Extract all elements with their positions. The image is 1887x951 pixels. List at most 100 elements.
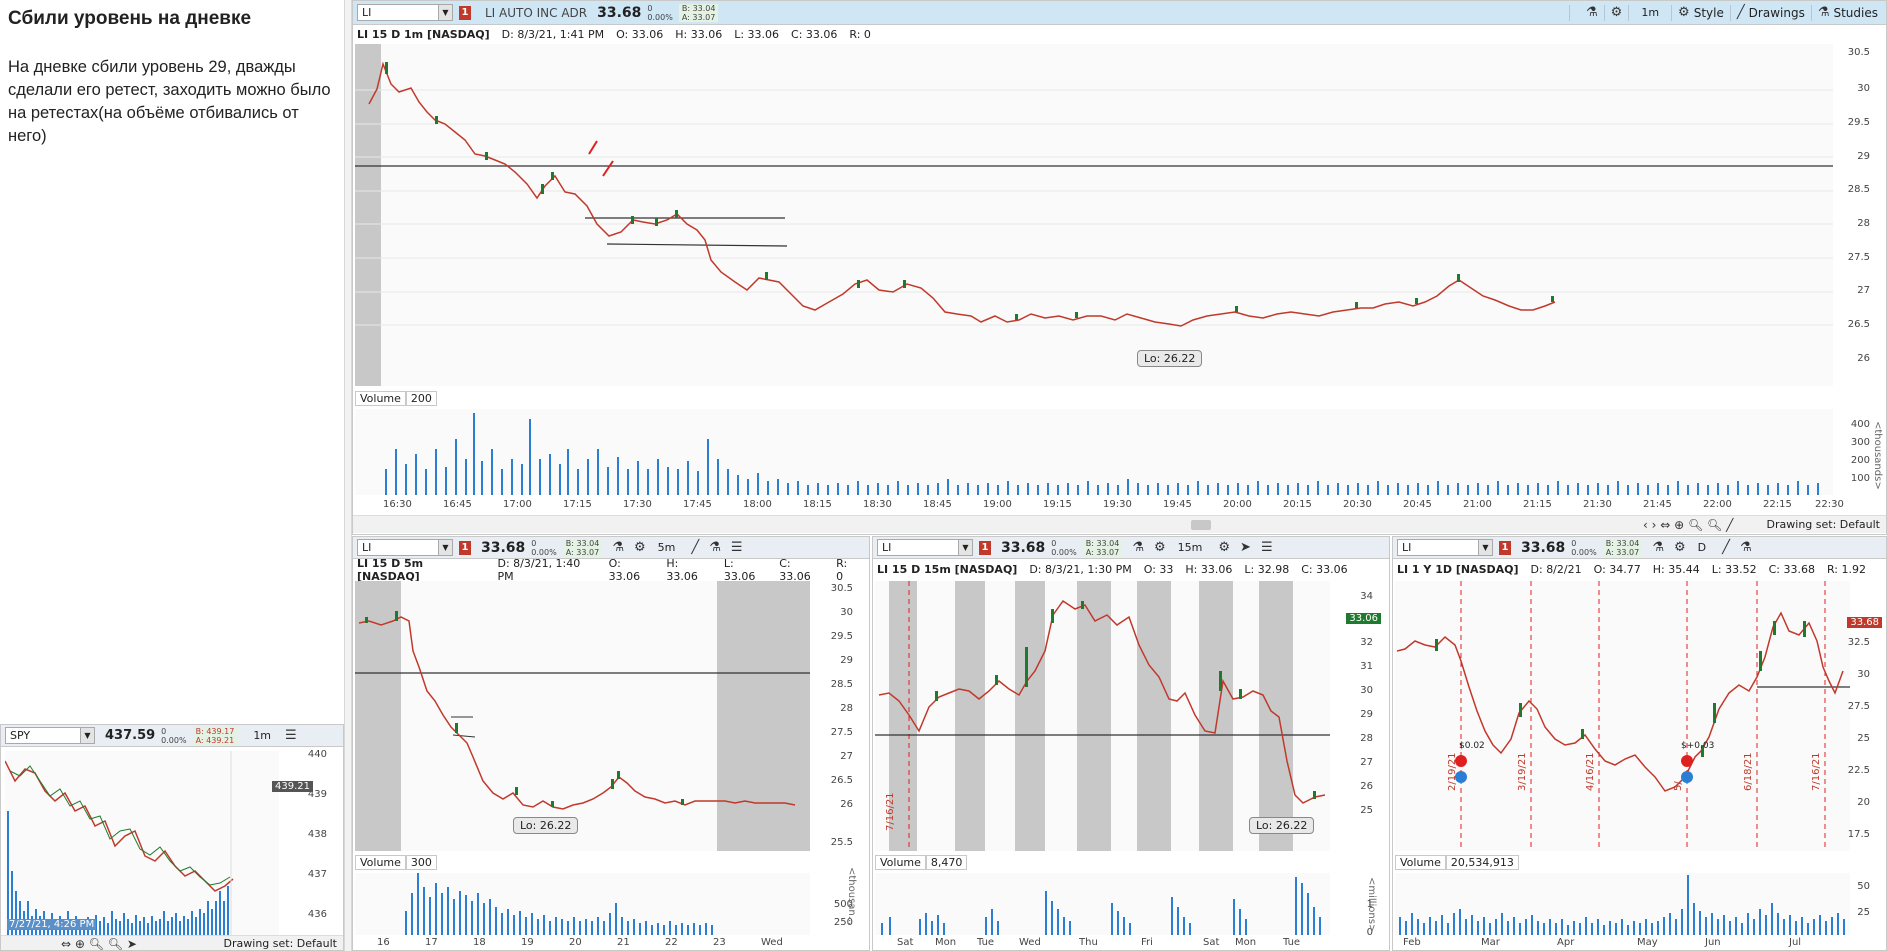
main-symbol-input[interactable]: LI ▼	[357, 4, 453, 21]
chart-5m-timeframe[interactable]: 5m	[658, 541, 676, 554]
spy-timeframe[interactable]: 1m	[253, 729, 271, 742]
chart-15m-x-tick: Mon	[935, 937, 957, 948]
spy-symbol-input[interactable]: SPY ▼	[5, 727, 95, 744]
chart-15m-price: 33.68	[1001, 539, 1046, 556]
main-volume-plot[interactable]	[355, 409, 1833, 495]
main-change: 0 0.00%	[647, 4, 672, 22]
studies-flask-icon[interactable]: ⚗	[709, 540, 721, 555]
chevron-down-icon[interactable]: ▼	[1478, 540, 1492, 555]
main-price-plot[interactable]: Lo: 26.22	[355, 44, 1833, 386]
style-button[interactable]: Style	[1694, 6, 1724, 20]
chart-1d-x-tick: Feb	[1403, 937, 1421, 948]
style-icon[interactable]: ⚙	[1678, 5, 1690, 20]
main-drawing-set[interactable]: Drawing set: Default	[1767, 518, 1880, 531]
pencil-icon[interactable]: ╱	[1722, 540, 1730, 555]
main-x-tick: 16:30	[383, 499, 412, 510]
flask-icon[interactable]: ⚗	[612, 540, 624, 555]
chart-15m-info-low: L: 32.98	[1244, 563, 1290, 576]
vertical-splitter[interactable]	[344, 0, 352, 951]
gear-icon[interactable]: ⚙	[1674, 540, 1686, 555]
menu-icon[interactable]: ☰	[731, 540, 743, 555]
spy-y-tick: 440	[307, 749, 327, 760]
chart-15m-bid-ask: B: 33.04 A: 33.07	[1082, 538, 1123, 557]
studies-flask-icon[interactable]: ⚗	[1740, 540, 1752, 555]
pencil-icon[interactable]: ╱	[1737, 5, 1745, 20]
drawings-button[interactable]: Drawings	[1749, 6, 1805, 20]
chart-1d-info-open: O: 34.77	[1593, 563, 1641, 576]
main-y-tick: 27	[1857, 285, 1870, 296]
main-nav-icons[interactable]: ‹ › ⇔ ⊕ 🔍︎ 🔍︎ ╱	[1643, 518, 1733, 532]
chart-5m-y-tick: 30.5	[830, 583, 853, 594]
spy-drawing-set[interactable]: Drawing set: Default	[224, 937, 337, 950]
spy-y-tick: 437	[307, 869, 327, 880]
chart-1d-x-tick: Jul	[1789, 937, 1802, 948]
gear-icon[interactable]: ⚙	[1154, 540, 1166, 555]
chart-1d-x-tick: Mar	[1481, 937, 1500, 948]
chart-1d-volume-svg	[1399, 875, 1845, 935]
chevron-down-icon[interactable]: ▼	[958, 540, 972, 555]
spy-bid: B: 439.17	[195, 726, 235, 736]
chart-15m-symbol-text: LI	[882, 541, 892, 554]
spy-nav-icons[interactable]: ⇔ ⊕ 🔍︎ 🔍︎ ➤	[61, 937, 137, 951]
chart-15m-x-tick: Tue	[977, 937, 995, 948]
cursor-icon[interactable]: ➤	[1240, 540, 1251, 555]
main-vol-tick: 100	[1850, 473, 1870, 484]
studies-button[interactable]: Studies	[1833, 6, 1878, 20]
chart-15m-symbol-input[interactable]: LI ▼	[877, 539, 973, 556]
main-price-svg	[355, 44, 1833, 386]
chart-1d-alert-badge[interactable]: 1	[1499, 540, 1511, 555]
chart-15m-volume-label: Volume 8,470	[875, 855, 968, 870]
main-alert-badge[interactable]: 1	[459, 5, 471, 20]
flask-icon[interactable]: ⚗	[1586, 5, 1598, 20]
style-icon[interactable]: ⚙	[1218, 540, 1230, 555]
chart-1d-timeframe[interactable]: D	[1698, 541, 1706, 554]
main-scroll-thumb[interactable]	[1191, 520, 1211, 530]
chevron-down-icon[interactable]: ▼	[438, 5, 452, 20]
chart-15m-y-tick: 27	[1360, 757, 1373, 768]
chart-15m-volume-plot[interactable]	[875, 873, 1330, 935]
chart-1d-volume-title: Volume	[1395, 855, 1446, 870]
chart-5m-volume-plot[interactable]	[355, 873, 810, 935]
menu-icon[interactable]: ☰	[1261, 540, 1273, 555]
main-volume-title: Volume	[355, 391, 406, 406]
chart-5m-volume-svg	[405, 873, 713, 935]
chart-5m-y-tick: 30	[840, 607, 853, 618]
chart-15m-price-plot[interactable]: 7/16/21 Lo: 26.22	[875, 581, 1330, 851]
chart-15m-alert-badge[interactable]: 1	[979, 540, 991, 555]
main-x-tick: 18:45	[923, 499, 952, 510]
chart-1d-y-tick: 30	[1857, 669, 1870, 680]
studies-flask-icon[interactable]: ⚗	[1818, 5, 1830, 20]
pencil-icon[interactable]: ╱	[691, 540, 699, 555]
chart-15m-y-tick: 29	[1360, 709, 1373, 720]
chart-15m-panel: LI ▼ 1 33.68 0 0.00% B: 33.04 A: 33.07 ⚗ ⚙ …	[872, 536, 1390, 951]
chart-5m-symbol-input[interactable]: LI ▼	[357, 539, 453, 556]
chart-5m-price-plot[interactable]: Lo: 26.22	[355, 581, 810, 851]
chart-1d-volume-plot[interactable]	[1395, 873, 1850, 935]
flask-icon[interactable]: ⚗	[1652, 540, 1664, 555]
chart-15m-infobar: LI 15 D 15m [NASDAQ] D: 8/3/21, 1:30 PM …	[873, 561, 1389, 578]
chart-1d-price-plot[interactable]: 2/19/21 3/19/21 4/16/21 5/ 6/18/21 7/16/…	[1395, 581, 1850, 851]
gear-icon[interactable]: ⚙	[1611, 5, 1623, 20]
main-x-tick: 19:45	[1163, 499, 1192, 510]
main-timeframe[interactable]: 1m	[1641, 6, 1659, 19]
chart-1d-event-label: 5/	[1673, 781, 1684, 791]
spy-plot-svg	[5, 751, 234, 937]
chart-1d-volume-label: Volume 20,534,913	[1395, 855, 1519, 870]
main-x-tick: 21:15	[1523, 499, 1552, 510]
chevron-down-icon[interactable]: ▼	[438, 540, 452, 555]
main-price: 33.68	[597, 4, 642, 21]
chart-5m-symbol-text: LI	[362, 541, 372, 554]
flask-icon[interactable]: ⚗	[1132, 540, 1144, 555]
spy-plot[interactable]: 7/27/21, 4:26 PM	[5, 751, 279, 937]
menu-icon[interactable]: ☰	[285, 728, 297, 743]
gear-icon[interactable]: ⚙	[634, 540, 646, 555]
chart-5m-alert-badge[interactable]: 1	[459, 540, 471, 555]
main-chart-panel: LI ▼ 1 LI AUTO INC ADR 33.68 0 0.00% B: 33…	[352, 0, 1887, 535]
chart-15m-current-price-tag: 33.06	[1346, 613, 1381, 624]
chevron-down-icon[interactable]: ▼	[80, 728, 94, 743]
spy-chart-panel: SPY ▼ 437.59 0 0.00% B: 439.17 A: 439.21 1m…	[0, 724, 344, 951]
chart-1d-change-pct: 0.00%	[1571, 547, 1597, 557]
notes-body[interactable]: На дневке сбили уровень 29, дважды сдела…	[8, 56, 338, 148]
chart-15m-timeframe[interactable]: 15m	[1178, 541, 1203, 554]
chart-1d-symbol-input[interactable]: LI ▼	[1397, 539, 1493, 556]
